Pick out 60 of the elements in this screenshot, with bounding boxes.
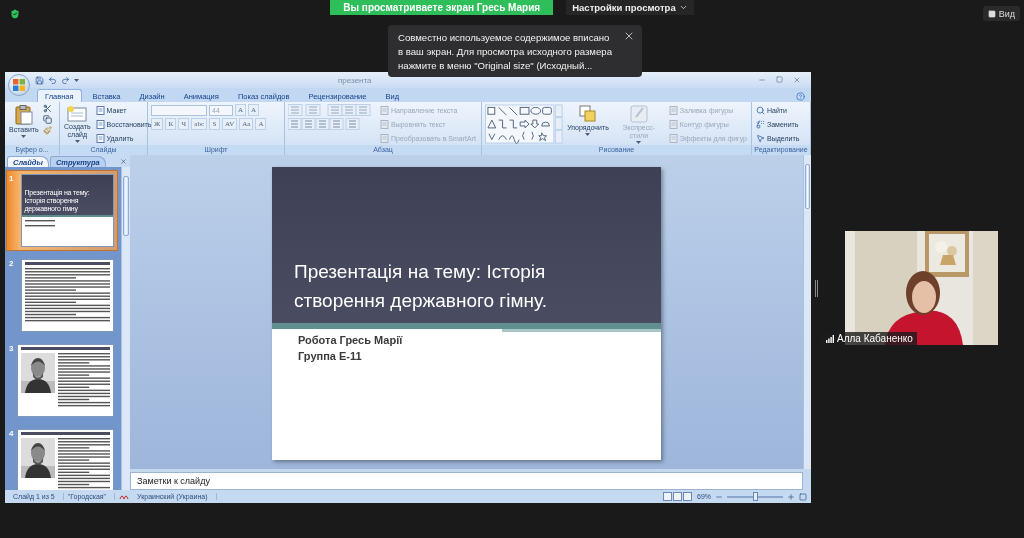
zoom-in-icon[interactable] xyxy=(787,492,795,501)
caret-icon xyxy=(585,133,591,136)
page-icon xyxy=(668,105,678,115)
zoom-slider[interactable] xyxy=(727,495,783,498)
replace-icon xyxy=(756,119,765,129)
slide-subtitle: Робота Гресь Марії xyxy=(298,334,404,346)
brush-icon xyxy=(628,105,649,123)
restore-icon[interactable] xyxy=(776,76,783,83)
help-icon[interactable] xyxy=(796,92,805,101)
page-icon xyxy=(380,105,389,115)
page-icon xyxy=(380,119,389,129)
slide-title: Презентація на тему: Історія створення державного гімну. xyxy=(294,260,548,313)
close-icon[interactable] xyxy=(623,30,635,42)
slider-thumb[interactable] xyxy=(753,491,758,501)
caret-icon xyxy=(21,135,27,138)
slide-number: 2 xyxy=(9,259,15,270)
clipboard-icon xyxy=(14,105,33,125)
sharing-banner: Вы просматриваете экран Гресь Мария xyxy=(330,0,554,15)
minimize-icon[interactable] xyxy=(758,76,766,84)
copy-icon[interactable] xyxy=(42,115,52,124)
resize-handle[interactable] xyxy=(815,280,818,297)
scrollbar[interactable] xyxy=(121,167,130,490)
scissors-icon[interactable] xyxy=(42,104,52,113)
slide-number: 4 xyxy=(9,429,15,440)
view-buttons-drawing[interactable] xyxy=(663,492,693,501)
pointer-icon xyxy=(756,133,765,143)
caret-icon xyxy=(74,140,80,143)
fit-icon[interactable] xyxy=(799,492,807,501)
undo-icon[interactable] xyxy=(48,75,57,85)
caret-icon xyxy=(74,78,79,82)
view-button[interactable]: Вид xyxy=(982,6,1020,21)
signal-icon xyxy=(826,334,834,343)
brush-icon[interactable] xyxy=(42,126,52,135)
font-field[interactable] xyxy=(151,104,207,116)
notes-field[interactable]: Заметки к слайду xyxy=(130,472,803,490)
text-lines-drawing xyxy=(58,353,110,408)
page-icon xyxy=(95,105,105,115)
page-icon xyxy=(95,119,105,129)
office-logo-icon xyxy=(13,79,25,91)
window-title: презента xyxy=(337,75,373,85)
scrollbar[interactable] xyxy=(803,155,811,469)
shapes-gallery-drawing[interactable] xyxy=(485,104,564,144)
text-lines-drawing xyxy=(58,438,110,490)
slide-number: 1 xyxy=(9,174,15,185)
view-options-button[interactable]: Настройки просмотра xyxy=(566,0,694,15)
slide-subtitle: Группа Е-11 xyxy=(298,350,363,362)
page-icon xyxy=(380,133,389,143)
chevron-icon xyxy=(678,3,688,12)
arrange-icon xyxy=(578,105,597,123)
new-slide-icon xyxy=(67,105,88,122)
slide-number: 3 xyxy=(9,344,15,355)
shield-icon xyxy=(9,8,21,20)
notice-text: Совместно используемое содержимое вписано в ваш экран. Для просмотра исходного размера нажмите в меню "Original size" (Исходный... xyxy=(398,31,613,73)
page-icon xyxy=(668,133,678,143)
save-icon[interactable] xyxy=(35,75,44,85)
redo-icon[interactable] xyxy=(61,75,70,85)
layout-icon xyxy=(987,9,996,18)
search-icon xyxy=(756,105,765,115)
page-icon xyxy=(668,119,678,129)
page-icon xyxy=(95,133,105,143)
